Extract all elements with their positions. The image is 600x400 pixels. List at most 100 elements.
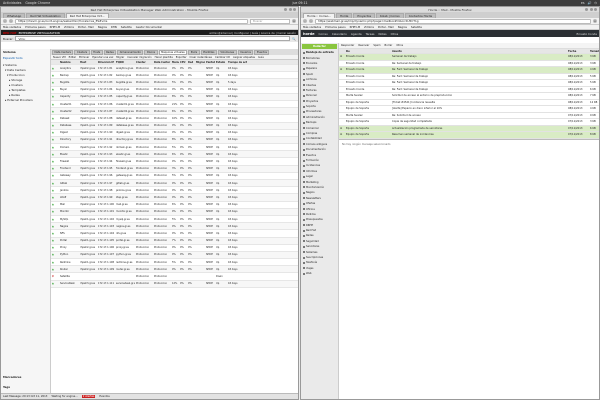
back-icon[interactable]: ‹ [303,19,307,23]
search-icon[interactable]: 🔍 [292,37,296,41]
table-row[interactable]: ▲ Capacity rhpeh3.gr.es 172.17.1.85 capacity… [51,93,298,101]
table-row[interactable]: ▲ Gateway rhpeh1.gr.es 172.17.1.96 gateway.g… [51,173,298,180]
new-message-button[interactable]: Redactar [302,44,337,49]
minimize-icon[interactable] [284,8,287,11]
maximize-icon[interactable] [288,8,292,11]
browser-tab[interactable]: Horde :: Correo... [303,13,335,18]
browser-tab[interactable]: Red Hat Enterprise Virt... [65,13,109,18]
window-titlebar[interactable]: Horde :: Mail - Mozilla Firefox [301,7,599,12]
table-row[interactable]: ▲ Gitlab rhpeh2.gr.es 172.17.1.97 gitlab.gr.… [51,180,298,188]
bookmark-item[interactable]: RHEV-M [350,25,361,29]
table-row[interactable]: ▲ LDAP rhpeh1.gr.es 172.17.1.99 ldap.gr.es Pr… [51,194,298,202]
table-row[interactable]: ▲ Redmine rhpeh1.gr.es 172.17.1.108 redmine.… [51,259,298,267]
table-row[interactable]: ▲ Mail rhpeh2.gr.es 172.17.1.100 mail.gr.es P… [51,202,298,209]
tray-icon[interactable]: ⏻ [594,1,597,5]
table-row[interactable]: ▲ Monitor rhpeh3.gr.es 172.17.1.101 monitor.… [51,208,298,216]
toolbar-action[interactable]: Editar [69,56,76,59]
user-menu[interactable]: Ernesto Conde [577,32,597,36]
window-titlebar[interactable]: Red Hat Enterprise Virtualization Manage… [1,7,298,12]
column-header[interactable]: Tamaño [589,50,599,53]
forward-icon[interactable]: › [309,19,313,23]
message-row[interactable]: ✉ Equipo de Soporte Resumen semanal de inc… [339,132,599,139]
column-header[interactable]: Nombre [59,61,79,64]
table-row[interactable]: ▲ Elastic rhpeh1.gr.es 172.17.1.93 elastic.g… [51,151,298,159]
toolbar-action[interactable]: Nuevo VM [53,56,66,59]
table-row[interactable]: ▲ Digest rhpeh1.gr.es 172.17.1.90 digest.gr.… [51,130,298,137]
active-app-label[interactable]: Google Chrome [25,1,50,5]
minimize-icon[interactable] [585,8,588,11]
home-icon[interactable]: ⌂ [292,19,296,23]
bookmark-item[interactable]: Primeros pasos [325,25,345,29]
bookmark-item[interactable]: Nagios [398,25,407,29]
toolbar-action[interactable]: Hacer plantilla [155,56,173,59]
column-header[interactable]: CPU [179,61,187,64]
column-header[interactable]: Tiempo de actividad [227,61,247,64]
alerts-badge[interactable]: 2 Alertas [81,395,96,398]
bookmark-item[interactable]: Más visitados [3,25,21,29]
table-row[interactable]: ▲ NFS rhpeh3.gr.es 172.17.1.104 nfs.gr.es Pro… [51,230,298,238]
table-row[interactable]: ▲ Backup rhpeh1.gr.es 172.17.1.82 backup.gr.… [51,72,298,80]
horde-menu-item[interactable]: Tareas [366,32,375,36]
table-row[interactable]: ▲ ServiceDesk rhpeh3.gr.es 172.17.1.111 serv… [51,280,298,288]
folder-item[interactable]: Web [301,271,338,276]
browser-tab[interactable]: Red Hat Virtualization [26,13,65,18]
tags-section[interactable]: Tags [3,385,10,389]
mail-toolbar-button[interactable]: Otros [396,44,403,47]
column-header[interactable]: FQDN [115,61,135,64]
rhev-search-input[interactable]: Vms: [15,36,291,41]
mail-toolbar-button[interactable]: Responder [341,44,354,47]
table-row[interactable]: ▲ Python rhpeh3.gr.es 172.17.1.107 python.gr… [51,251,298,260]
table-row[interactable]: ▲ Proxy rhpeh2.gr.es 172.17.1.106 proxy.gr.e… [51,245,298,252]
mail-toolbar-button[interactable]: Reenviar [358,44,369,47]
toolbar-action[interactable]: Exportar [176,56,187,59]
table-row[interactable]: ▲ Buyer rhpeh2.gr.es 172.17.1.84 buyer.gr.es… [51,87,298,94]
maximize-icon[interactable] [589,8,593,11]
horde-menu-item[interactable]: Notas [379,32,387,36]
table-row[interactable]: ▲ Cluster01 rhpeh1.gr.es 172.17.1.86 cluster… [51,101,298,109]
table-row[interactable]: ▲ Directory rhpeh2.gr.es 172.17.1.91 directo… [51,136,298,145]
bookmark-item[interactable]: Zimbra [364,25,374,29]
search-input[interactable]: Buscar [250,18,290,24]
home-icon[interactable]: ⌂ [593,19,597,23]
table-row[interactable]: ▲ Domain rhpeh3.gr.es 172.17.1.92 domain.gr.… [51,144,298,152]
forward-icon[interactable]: › [9,19,13,23]
close-icon[interactable] [594,8,597,11]
tree-node[interactable]: ▸ External Providers [3,97,48,102]
browser-tab[interactable]: Contactos Horde [404,13,437,18]
bookmark-item[interactable]: RHEV-M [50,25,61,29]
column-header[interactable]: Cluster [135,61,153,64]
bookmark-item[interactable]: Gestor Documental [136,25,162,29]
rhev-user-menu[interactable]: admin@internal | Configurar | Guía | Ace… [209,31,296,35]
table-row[interactable]: ▲ Bugzilla rhpeh3.gr.es 172.17.1.83 bugzilla… [51,79,298,87]
bookmark-item[interactable]: Satellite [121,25,132,29]
column-header[interactable]: De [345,50,391,53]
mail-toolbar-button[interactable]: Borrar [385,44,393,47]
table-row[interactable]: ▲ Frontend rhpeh3.gr.es 172.17.1.95 frontend… [51,165,298,173]
column-header[interactable]: Migración [195,61,205,64]
horde-menu-item[interactable]: Calendario [332,32,347,36]
table-row[interactable]: ▲ Jenkins rhpeh3.gr.es 172.17.1.98 jenkins.g… [51,187,298,195]
column-header[interactable]: Host [79,61,97,64]
activities-button[interactable]: Actividades [3,1,21,5]
close-icon[interactable] [293,8,296,11]
toolbar-action[interactable]: Guía [258,56,264,59]
bookmark-item[interactable]: Zimbra [64,25,74,29]
table-row[interactable]: ▲ Portal rhpeh1.gr.es 172.17.1.105 portal.gr… [51,237,298,245]
toolbar-action[interactable]: Cambiar CD [215,56,230,59]
table-row[interactable]: ▲ Router rhpeh2.gr.es 172.17.1.109 router.gr… [51,266,298,274]
column-header[interactable]: Pantalla [205,61,215,64]
horde-menu-item[interactable]: Correo [319,32,328,36]
toolbar-action[interactable]: Cancelar migración [127,56,151,59]
table-row[interactable]: ▲ MySQL rhpeh1.gr.es 172.17.1.102 mysql.gr.e… [51,216,298,224]
browser-tab[interactable]: WhatsApp [3,13,26,18]
horde-logo[interactable]: horde [303,32,315,36]
table-row[interactable]: ▲ Firewall rhpeh2.gr.es 172.17.1.94 firewall… [51,158,298,166]
column-header[interactable]: Fecha [567,50,589,53]
url-input[interactable]: https://webmail.gr.es/imp/dynamic.php?pa… [315,18,591,24]
expand-all-link[interactable]: Expandir todo [3,56,48,60]
toolbar-action[interactable]: Eliminar [79,56,89,59]
table-row[interactable]: ▼ Satellite Produccion Produccion Down [51,273,298,281]
clock[interactable]: jue 09:11 [292,1,307,5]
bookmark-item[interactable]: Satellite [411,25,422,29]
column-header[interactable]: Dirección IP [97,61,115,64]
